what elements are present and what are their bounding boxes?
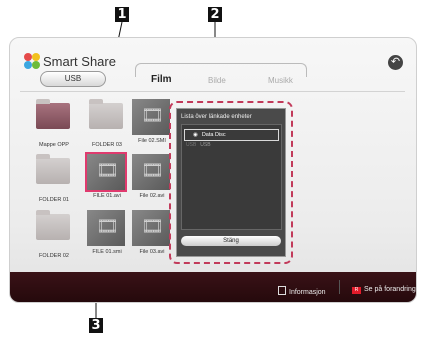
grid-item-file-03-avi[interactable]: File 03.avi [132,210,172,255]
grid-item-label: FILE 01.smi [92,249,122,255]
device-option-label: USB [200,142,211,148]
grid-item-file-01-smi[interactable]: FILE 01.smi [87,210,127,255]
device-option-usb[interactable]: USB USB [186,142,211,148]
info-label: Informasjon [289,289,326,296]
grid-item-label: FOLDER 03 [92,142,122,148]
tab-bilde[interactable]: Bilde [208,76,226,85]
linked-devices-popup: Lista över länkade enheter ◉ Data Disc US… [169,101,293,264]
grid-item-label: File 03.avi [139,249,165,255]
preview-label: Se på forandring [364,286,416,293]
folder-icon [34,210,72,250]
device-list: ◉ Data Disc USB USB [181,124,282,230]
folder-icon [34,154,72,194]
folder-up-icon [34,99,72,139]
popup-panel: Lista över länkade enheter ◉ Data Disc US… [176,108,286,257]
grid-item-label: FOLDER 02 [39,253,69,259]
film-thumbnail-icon [87,210,125,246]
film-thumbnail-icon [132,154,170,190]
grid-item-folder-up[interactable]: Mappe OPP [34,99,74,148]
grid-item-label: FOLDER 01 [39,197,69,203]
grid-item-label: Mappe OPP [39,142,69,148]
page-icon [278,286,286,295]
device-usb-button[interactable]: USB [40,71,106,87]
info-button[interactable]: Informasjon [278,286,326,296]
film-thumbnail-icon [132,99,170,135]
grid-item-label: File 02.SMI [138,138,166,144]
grid-item-label: File 02.avi [139,193,165,199]
brand-title: Smart Share [43,54,116,69]
footer-separator [339,280,340,294]
smart-share-logo-icon [24,53,40,69]
grid-item-file-01-avi[interactable]: FILE 01.avi [85,152,127,199]
popup-title: Lista över länkade enheter [181,114,252,120]
film-thumbnail-icon [132,210,170,246]
grid-item-folder-03[interactable]: FOLDER 03 [87,99,127,148]
close-button[interactable]: Stäng [181,236,281,246]
preview-button[interactable]: R Se på forandring [352,286,416,294]
device-option-data-disc[interactable]: ◉ Data Disc [184,129,279,141]
grid-item-label: FILE 01.avi [93,193,121,199]
radio-selected-icon: ◉ [193,132,198,138]
device-option-label: Data Disc [201,132,226,138]
red-key-icon: R [352,287,361,294]
grid-item-file-02-avi[interactable]: File 02.avi [132,154,172,199]
film-thumbnail-icon [85,152,127,192]
back-arrow-icon[interactable]: ↶ [388,55,403,70]
grid-item-folder-02[interactable]: FOLDER 02 [34,210,74,259]
tab-musikk[interactable]: Musikk [268,76,293,85]
header-divider [20,91,405,92]
tab-film[interactable]: Film [151,74,172,85]
grid-item-file-02-smi[interactable]: File 02.SMI [132,99,172,144]
folder-icon [87,99,125,139]
smart-share-screen: Smart Share USB Film Bilde Musikk ↶ Mapp… [9,37,417,303]
grid-item-folder-01[interactable]: FOLDER 01 [34,154,74,203]
usb-prefix: USB [186,142,197,148]
